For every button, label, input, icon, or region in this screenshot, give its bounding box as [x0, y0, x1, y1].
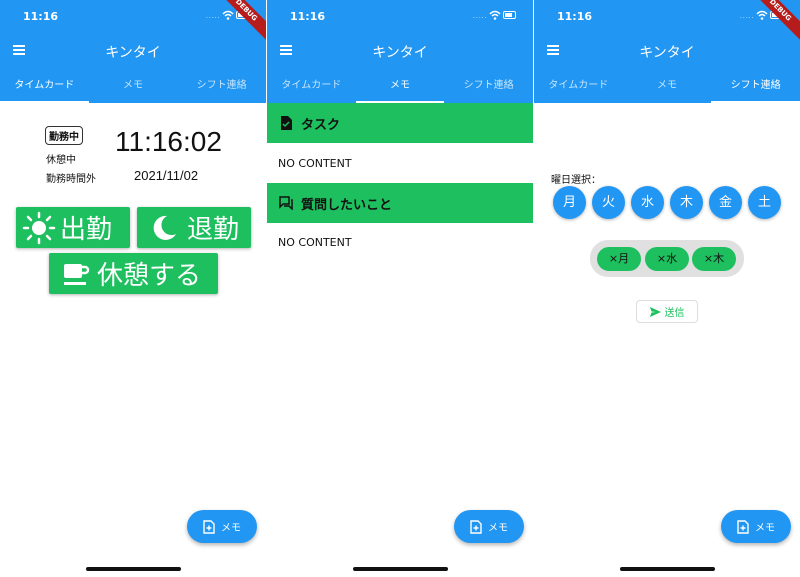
clock-out-label: 退勤: [187, 215, 240, 245]
signal-icon: .....: [473, 13, 488, 20]
day-button-sat[interactable]: 土: [748, 186, 781, 219]
status-time: 11:16: [557, 10, 593, 23]
tab-shift[interactable]: シフト連絡: [177, 74, 266, 103]
memo-fab-label: メモ: [221, 523, 241, 534]
task-content: NO CONTENT: [278, 157, 352, 170]
chip-thu[interactable]: ×木: [692, 247, 736, 271]
app-title: キンタイ: [105, 45, 161, 61]
clock: 11:16:02: [115, 126, 222, 157]
status-bar: 11:16 .....: [267, 0, 533, 34]
note-add-icon: [737, 519, 749, 534]
tab-shift[interactable]: シフト連絡: [444, 74, 533, 103]
send-label: 送信: [664, 308, 685, 319]
tab-timecard[interactable]: タイムカード: [267, 74, 356, 103]
status-badge-working: 勤務中: [45, 126, 83, 145]
tab-timecard[interactable]: タイムカード: [534, 74, 623, 103]
wifi-icon: [756, 10, 768, 20]
tab-bar: タイムカード メモ シフト連絡: [267, 74, 533, 103]
status-time: 11:16: [290, 10, 326, 23]
note-add-icon: [203, 519, 215, 534]
note-icon: [281, 116, 292, 130]
screen-timecard: 11:16 ..... DEBUG キンタイ タイムカード メモ シフト連絡 勤…: [0, 0, 266, 577]
status-bar: 11:16 ..... DEBUG: [0, 0, 266, 40]
chip-wed[interactable]: ×水: [645, 247, 689, 271]
sun-icon: [22, 211, 56, 244]
section-header-question: 質問したいこと: [267, 183, 533, 223]
tab-memo[interactable]: メモ: [89, 74, 178, 103]
moon-icon: [153, 215, 176, 240]
wifi-icon: [222, 10, 234, 20]
day-button-mon[interactable]: 月: [553, 186, 586, 219]
tab-memo[interactable]: メモ: [355, 74, 445, 103]
status-bar: 11:16 ..... DEBUG: [534, 0, 800, 40]
send-button[interactable]: 送信: [636, 300, 698, 323]
status-off-hours: 勤務時間外: [46, 174, 96, 185]
day-button-fri[interactable]: 金: [709, 186, 742, 219]
home-indicator: [353, 567, 448, 571]
tab-bar: タイムカード メモ シフト連絡: [534, 74, 800, 103]
memo-fab-label: メモ: [488, 523, 508, 534]
signal-icon: .....: [206, 13, 221, 20]
status-break: 休憩中: [46, 155, 76, 166]
clock-in-label: 出勤: [60, 215, 113, 245]
battery-icon: [503, 11, 516, 19]
home-indicator: [86, 567, 181, 571]
section-title-question: 質問したいこと: [301, 197, 393, 213]
tab-bar: タイムカード メモ シフト連絡: [0, 74, 266, 103]
screen-memo: 11:16 ..... キンタイ タイムカード メモ シフト連絡 タスク NO …: [267, 0, 533, 577]
app-bar: 11:16 ..... DEBUG キンタイ タイムカード メモ シフト連絡: [534, 0, 800, 103]
memo-fab[interactable]: メモ: [721, 510, 791, 543]
section-header-task: タスク: [267, 103, 533, 143]
coffee-icon: [64, 263, 90, 285]
wifi-icon: [489, 10, 501, 20]
date: 2021/11/02: [134, 168, 199, 183]
day-button-thu[interactable]: 木: [670, 186, 703, 219]
day-select-label: 曜日選択：: [551, 175, 601, 186]
memo-fab-label: メモ: [755, 523, 775, 534]
send-icon: [649, 306, 661, 317]
app-bar: 11:16 ..... キンタイ タイムカード メモ シフト連絡: [267, 0, 533, 103]
memo-fab[interactable]: メモ: [187, 510, 257, 543]
home-indicator: [620, 567, 715, 571]
day-button-tue[interactable]: 火: [592, 186, 625, 219]
tab-timecard[interactable]: タイムカード: [0, 74, 89, 103]
memo-fab[interactable]: メモ: [454, 510, 524, 543]
chip-mon[interactable]: ×月: [597, 247, 641, 271]
tab-memo[interactable]: メモ: [623, 74, 712, 103]
break-button-label: 休憩する: [97, 261, 202, 291]
status-time: 11:16: [23, 10, 59, 23]
screen-shift: 11:16 ..... DEBUG キンタイ タイムカード メモ シフト連絡 曜…: [534, 0, 800, 577]
question-content: NO CONTENT: [278, 236, 352, 249]
tab-shift[interactable]: シフト連絡: [711, 74, 800, 103]
signal-icon: .....: [740, 13, 755, 20]
app-title: キンタイ: [372, 45, 428, 61]
break-button[interactable]: 休憩する: [49, 253, 218, 294]
section-title-task: タスク: [301, 117, 341, 133]
day-button-wed[interactable]: 水: [631, 186, 664, 219]
app-title: キンタイ: [639, 45, 695, 61]
app-bar: 11:16 ..... DEBUG キンタイ タイムカード メモ シフト連絡: [0, 0, 266, 103]
chat-icon: [279, 196, 293, 210]
clock-in-button[interactable]: 出勤: [16, 207, 130, 248]
clock-out-button[interactable]: 退勤: [137, 207, 251, 248]
note-add-icon: [470, 519, 482, 534]
